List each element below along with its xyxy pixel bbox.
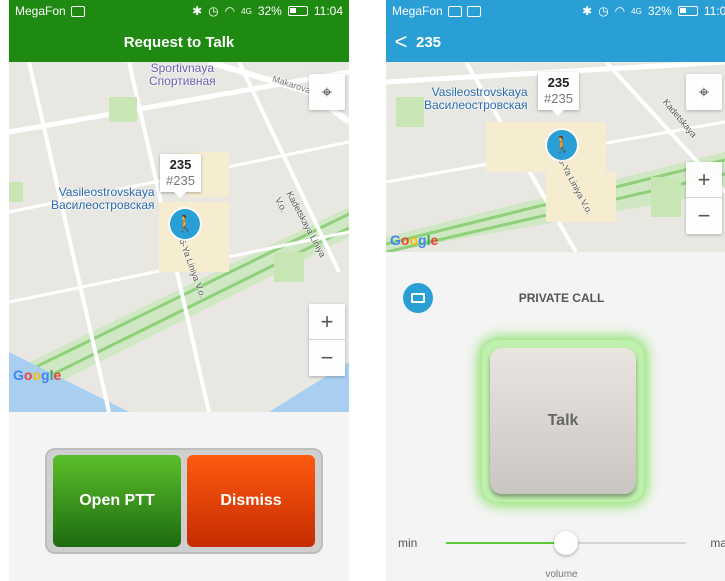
sim-icon bbox=[70, 5, 85, 17]
carrier-name: MegaFon bbox=[392, 4, 443, 18]
street-label-sportivnaya: Sportivnaya Спортивная bbox=[149, 62, 216, 88]
metro-label-vasileostrovskaya: Vasileostrovskaya Василеостровская bbox=[51, 185, 155, 212]
status-bar: MegaFon ✱ ◷ ◠ 4G 32% 11:04 bbox=[9, 0, 349, 22]
battery-icon bbox=[287, 6, 308, 16]
minus-icon: − bbox=[697, 203, 711, 228]
ptt-button-group: Open PTT Dismiss bbox=[45, 448, 323, 554]
alarm-icon: ◷ bbox=[208, 4, 219, 18]
zoom-in-button[interactable]: + bbox=[686, 162, 722, 198]
battery-percent: 32% bbox=[257, 4, 282, 18]
page-title: 235 bbox=[416, 33, 442, 51]
call-mode-label: PRIVATE CALL bbox=[518, 291, 605, 305]
user-location-pin[interactable]: 🚶 bbox=[547, 130, 577, 160]
app-bar: Request to Talk bbox=[9, 22, 349, 62]
user-callout[interactable]: 235 #235 bbox=[538, 72, 579, 116]
crosshair-icon: ⌖ bbox=[698, 81, 710, 102]
volume-label: volume bbox=[545, 569, 578, 580]
talk-button[interactable]: Talk bbox=[490, 348, 636, 494]
volume-min-label: min bbox=[398, 536, 418, 550]
zoom-out-button[interactable]: − bbox=[686, 198, 722, 234]
wifi-icon: ◠ bbox=[614, 4, 626, 18]
plus-icon: + bbox=[697, 166, 711, 192]
battery-icon bbox=[677, 6, 698, 16]
metro-label-vasileostrovskaya: Vasileostrovskaya Василеостровская bbox=[424, 85, 528, 112]
map-view[interactable]: Vasileostrovskaya Василеостровская Kadet… bbox=[386, 62, 725, 252]
volume-slider-thumb[interactable] bbox=[554, 531, 578, 555]
map-view[interactable]: Sportivnaya Спортивная Vasileostrovskaya… bbox=[9, 62, 349, 412]
request-to-talk-screen: MegaFon ✱ ◷ ◠ 4G 32% 11:04 Request to Ta… bbox=[9, 0, 349, 581]
open-ptt-button[interactable]: Open PTT bbox=[53, 455, 181, 547]
walking-person-icon: 🚶 bbox=[175, 216, 195, 233]
image-icon bbox=[447, 5, 462, 17]
zoom-out-button[interactable]: − bbox=[309, 340, 345, 376]
battery-percent: 32% bbox=[647, 4, 672, 18]
bluetooth-icon: ✱ bbox=[582, 4, 593, 18]
clock: 11:04 bbox=[313, 4, 343, 18]
google-logo: Google bbox=[13, 367, 62, 383]
volume-max-label: max bbox=[710, 536, 725, 550]
minus-icon: − bbox=[320, 345, 334, 370]
walking-person-icon: 🚶 bbox=[552, 137, 572, 154]
clock: 11:04 bbox=[703, 4, 725, 18]
app-bar: < 235 bbox=[386, 22, 725, 62]
network-type: 4G bbox=[241, 6, 252, 16]
plus-icon: + bbox=[320, 308, 334, 334]
my-location-button[interactable]: ⌖ bbox=[686, 74, 722, 110]
alarm-icon: ◷ bbox=[598, 4, 609, 18]
status-bar: MegaFon ✱ ◷ ◠ 4G 32% 11:04 bbox=[386, 0, 725, 22]
my-location-button[interactable]: ⌖ bbox=[309, 74, 345, 110]
back-button[interactable]: < bbox=[386, 22, 416, 62]
volume-slider-fill bbox=[446, 542, 566, 544]
sim-icon bbox=[466, 5, 481, 17]
bluetooth-icon: ✱ bbox=[192, 4, 203, 18]
crosshair-icon: ⌖ bbox=[321, 81, 333, 102]
volume-slider[interactable] bbox=[446, 531, 686, 555]
page-title: Request to Talk bbox=[123, 33, 235, 51]
zoom-in-button[interactable]: + bbox=[309, 304, 345, 340]
google-logo: Google bbox=[390, 232, 439, 248]
user-location-pin[interactable]: 🚶 bbox=[170, 209, 200, 239]
private-call-screen: MegaFon ✱ ◷ ◠ 4G 32% 11:04 < 235 bbox=[386, 0, 725, 581]
dismiss-button[interactable]: Dismiss bbox=[187, 455, 315, 547]
wifi-icon: ◠ bbox=[224, 4, 236, 18]
carrier-name: MegaFon bbox=[15, 4, 66, 18]
network-type: 4G bbox=[631, 6, 642, 16]
user-callout[interactable]: 235 #235 bbox=[160, 154, 201, 198]
